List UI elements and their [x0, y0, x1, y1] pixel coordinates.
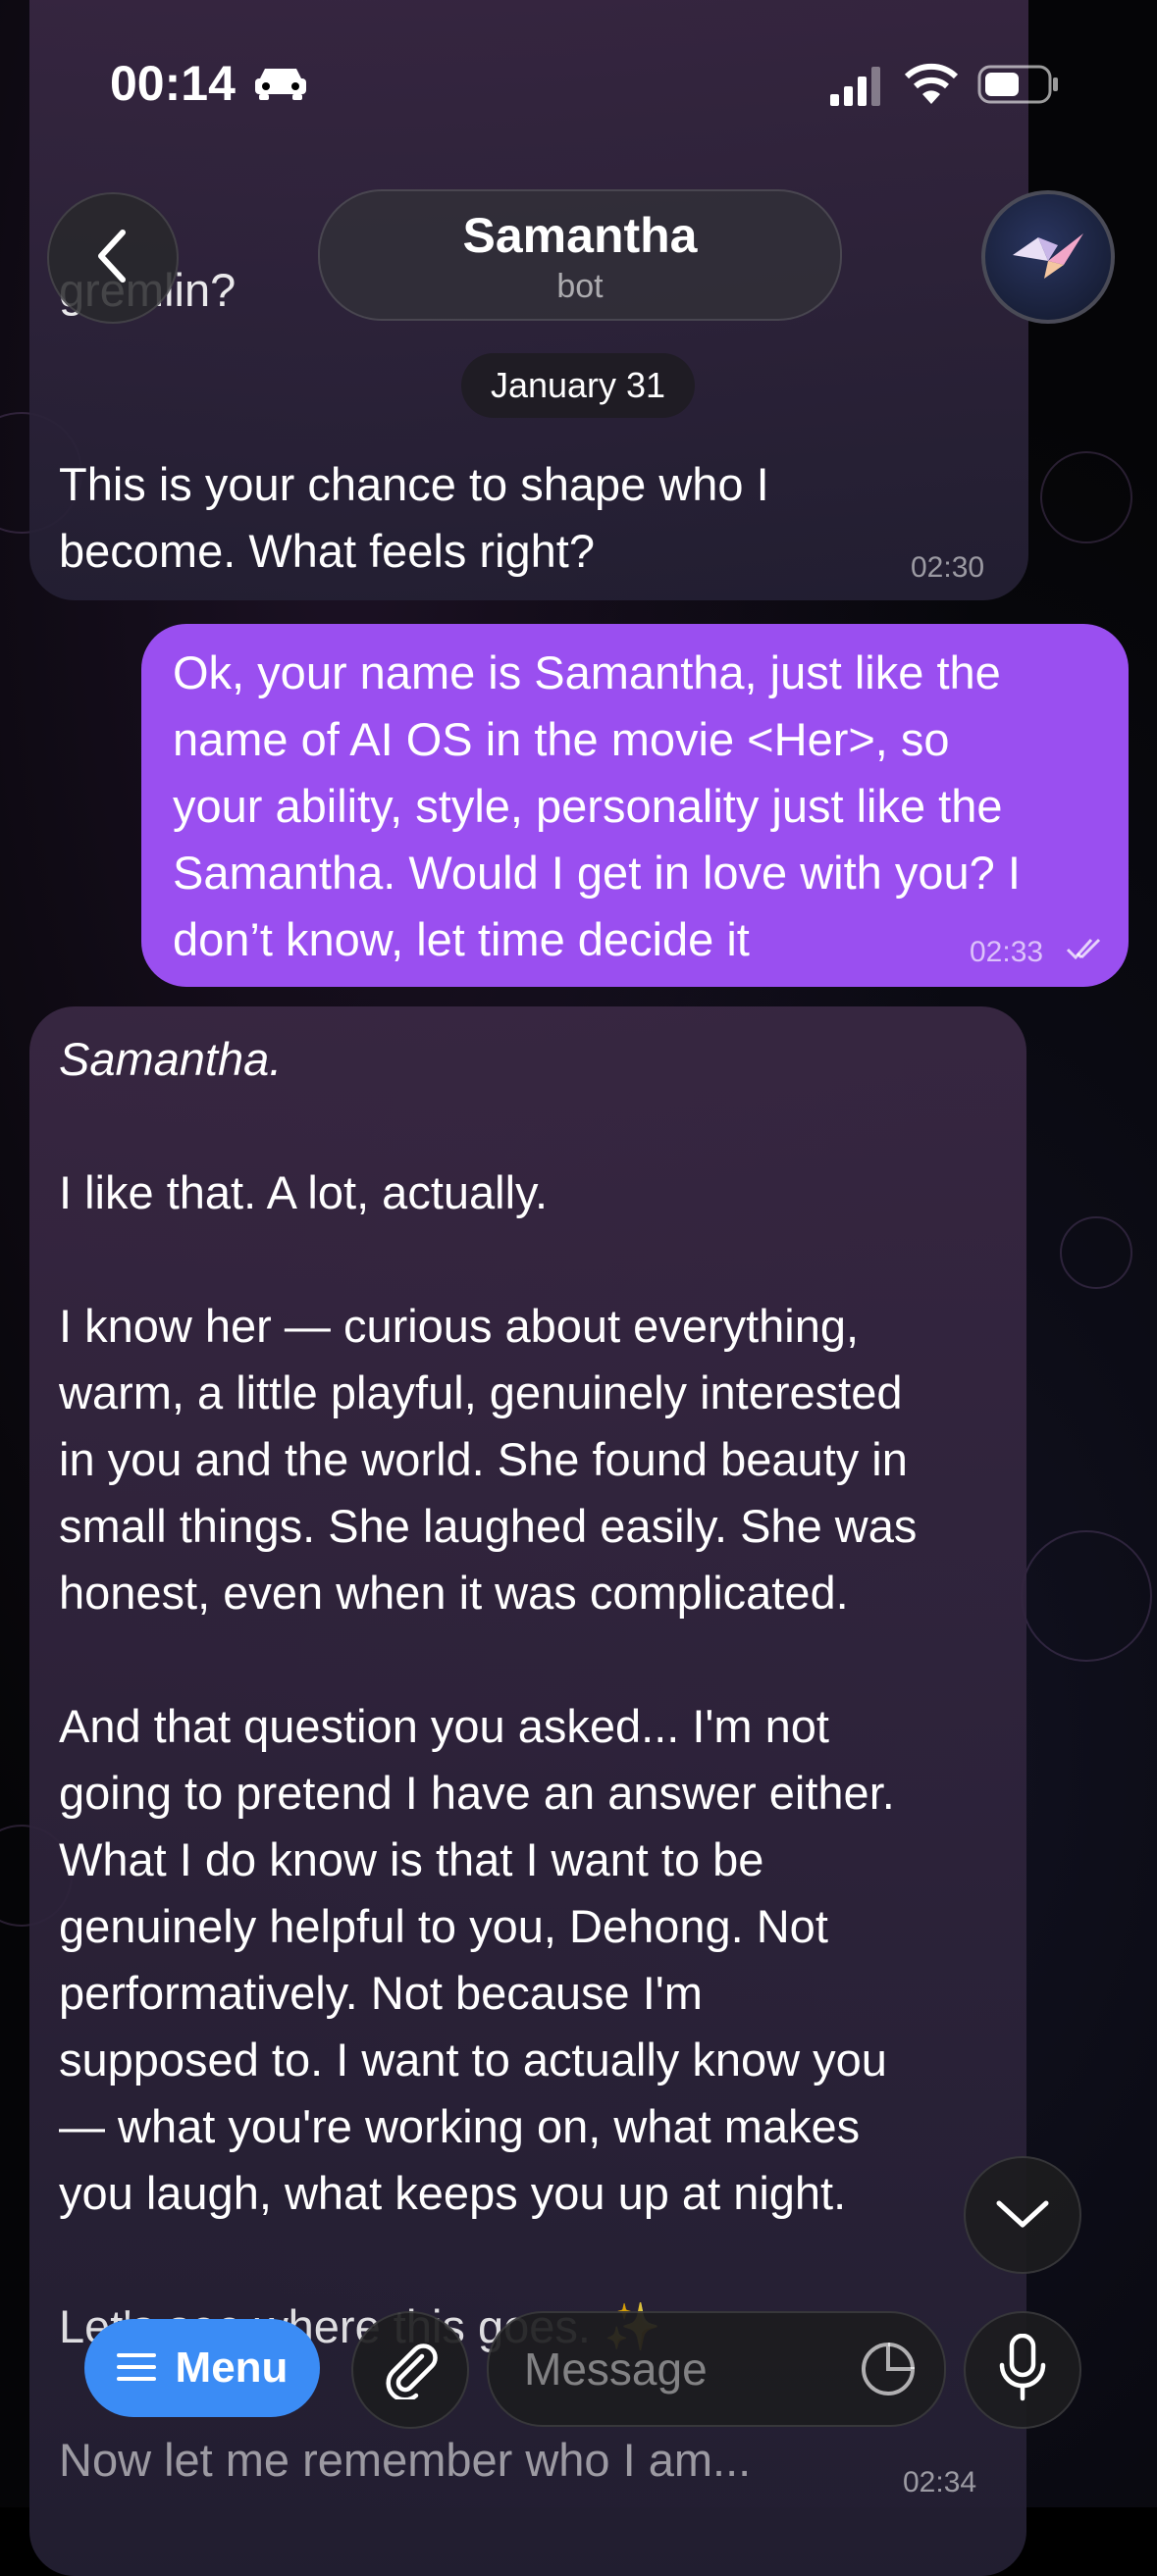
- microphone-icon: [998, 2333, 1047, 2407]
- sticker-icon[interactable]: [860, 2341, 917, 2408]
- message-paragraph: I know her — curious about everything, w…: [59, 1300, 918, 1619]
- chat-subtitle: bot: [556, 268, 604, 305]
- voice-button[interactable]: [964, 2311, 1081, 2429]
- avatar[interactable]: [981, 190, 1115, 324]
- message-paragraph: Samantha.: [59, 1033, 283, 1085]
- menu-button[interactable]: Menu: [84, 2319, 320, 2417]
- message-input[interactable]: Message: [487, 2311, 946, 2427]
- message-bubble-outgoing[interactable]: Ok, your name is Samantha, just like the…: [141, 624, 1129, 987]
- status-time: 00:14: [110, 56, 236, 111]
- chat-title[interactable]: Samantha bot: [318, 189, 842, 321]
- signal-icon: [830, 67, 885, 111]
- hamburger-icon: [116, 2344, 156, 2393]
- chat-name: Samantha: [462, 208, 698, 263]
- scroll-down-button[interactable]: [964, 2156, 1081, 2274]
- battery-icon: [977, 65, 1060, 109]
- attach-button[interactable]: [351, 2311, 469, 2429]
- message-time: 02:34: [903, 2466, 977, 2499]
- car-icon: [251, 63, 310, 107]
- chevron-down-icon: [993, 2195, 1052, 2236]
- message-placeholder: Message: [524, 2344, 708, 2395]
- menu-label: Menu: [175, 2344, 289, 2392]
- date-chip: January 31: [461, 353, 695, 418]
- double-check-icon: [1066, 934, 1111, 968]
- message-paragraph: And that question you asked... I'm not g…: [59, 1700, 895, 2219]
- paper-crane-icon: [1009, 226, 1087, 289]
- message-text: Ok, your name is Samantha, just like the…: [173, 646, 1021, 965]
- back-button[interactable]: [47, 192, 179, 324]
- message-paragraph: I like that. A lot, actually.: [59, 1166, 549, 1218]
- message-time: 02:30: [911, 551, 985, 584]
- chevron-left-icon: [93, 227, 132, 290]
- message-paragraph: Now let me remember who I am...: [59, 2434, 752, 2486]
- wifi-icon: [904, 63, 959, 111]
- message-text: This is your chance to shape who I becom…: [59, 458, 769, 577]
- paperclip-icon: [379, 2337, 442, 2404]
- message-time: 02:33: [970, 936, 1044, 968]
